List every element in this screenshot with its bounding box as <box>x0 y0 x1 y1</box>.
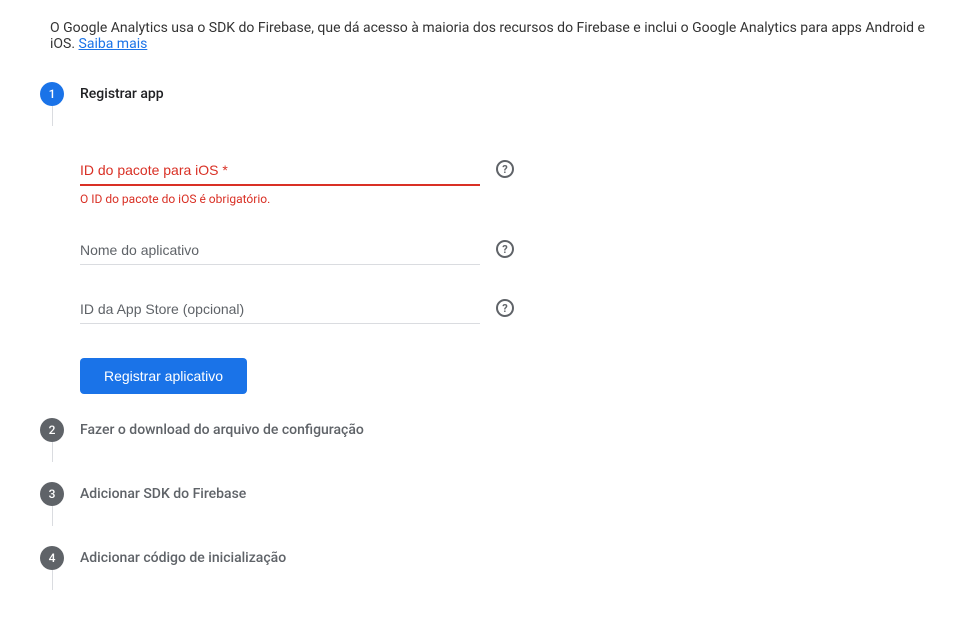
learn-more-link[interactable]: Saiba mais <box>79 36 148 52</box>
app-name-input[interactable] <box>80 236 480 265</box>
help-icon[interactable]: ? <box>496 160 514 178</box>
help-icon[interactable]: ? <box>496 299 514 317</box>
intro-text-span: O Google Analytics usa o SDK do Firebase… <box>50 20 925 52</box>
stepper: 1 Registrar app O ID do pacote do iOS é … <box>40 82 926 610</box>
step2-number: 2 <box>40 418 64 442</box>
step4-title: Adicionar código de inicialização <box>80 546 926 570</box>
step-download-config: 2 Fazer o download do arquivo de configu… <box>40 418 926 482</box>
register-app-button[interactable]: Registrar aplicativo <box>80 358 247 394</box>
register-form: O ID do pacote do iOS é obrigatório. ? ?… <box>80 106 926 394</box>
connector <box>52 570 53 590</box>
step1-number: 1 <box>40 82 64 106</box>
connector <box>52 442 53 462</box>
step-add-sdk: 3 Adicionar SDK do Firebase <box>40 482 926 546</box>
step-init-code: 4 Adicionar código de inicialização <box>40 546 926 610</box>
step-register-app: 1 Registrar app O ID do pacote do iOS é … <box>40 82 926 418</box>
connector <box>52 506 53 526</box>
bundle-id-input[interactable] <box>80 156 480 186</box>
bundle-id-error: O ID do pacote do iOS é obrigatório. <box>80 192 480 206</box>
help-icon[interactable]: ? <box>496 240 514 258</box>
step1-title: Registrar app <box>80 82 926 106</box>
connector <box>52 106 53 126</box>
intro-text: O Google Analytics usa o SDK do Firebase… <box>40 20 926 52</box>
step3-number: 3 <box>40 482 64 506</box>
step2-title: Fazer o download do arquivo de configura… <box>80 418 926 442</box>
app-store-id-input[interactable] <box>80 295 480 324</box>
step4-number: 4 <box>40 546 64 570</box>
step3-title: Adicionar SDK do Firebase <box>80 482 926 506</box>
